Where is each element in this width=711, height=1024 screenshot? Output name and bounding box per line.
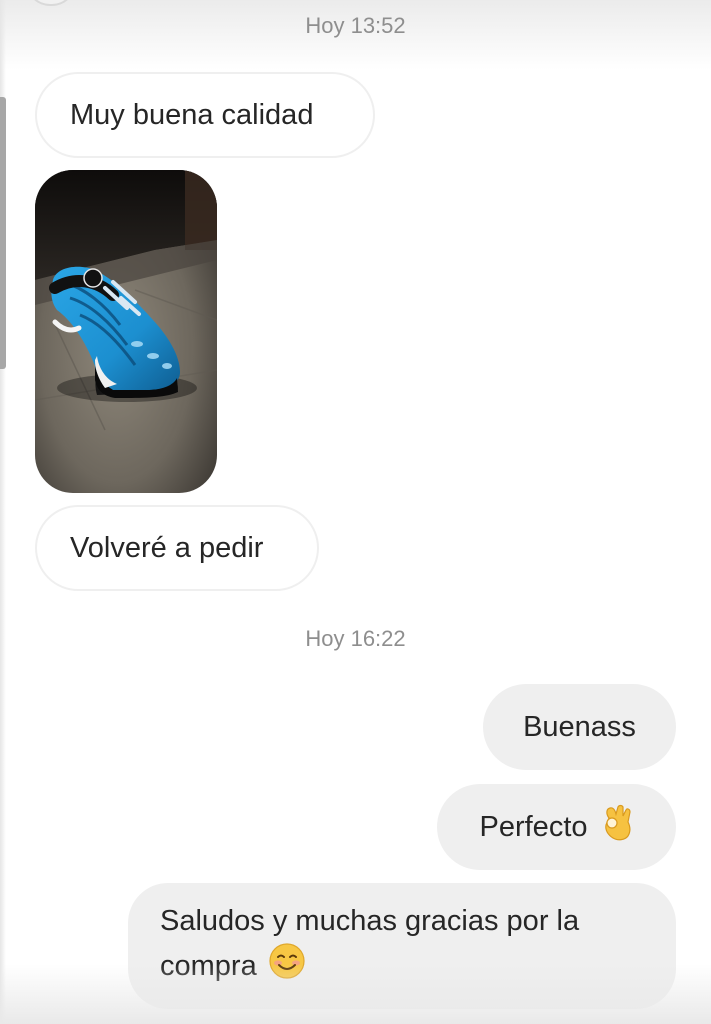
timestamp: Hoy 16:22: [305, 626, 406, 651]
message-bubble-incoming[interactable]: Volveré a pedir: [35, 505, 319, 591]
scroll-indicator[interactable]: [0, 97, 6, 369]
sneaker-image: [35, 170, 217, 493]
message-bubble-outgoing[interactable]: Buenass: [483, 684, 676, 770]
message-text: Muy buena calidad: [70, 98, 314, 131]
chat-screen: Hoy 13:52 Muy buena calidad Volveré a pe…: [0, 0, 711, 1024]
message-bubble-incoming[interactable]: Muy buena calidad: [35, 72, 375, 158]
message-text: Volveré a pedir: [70, 531, 264, 564]
message-text: Perfecto: [479, 810, 588, 843]
message-text: Buenass: [523, 710, 636, 743]
timestamp: Hoy 13:52: [305, 13, 406, 38]
shoe-photo[interactable]: [35, 170, 217, 493]
message-bubble-outgoing[interactable]: Perfecto: [437, 784, 676, 870]
bottom-fade: [0, 964, 711, 1024]
ok-hand-icon: [600, 804, 634, 850]
